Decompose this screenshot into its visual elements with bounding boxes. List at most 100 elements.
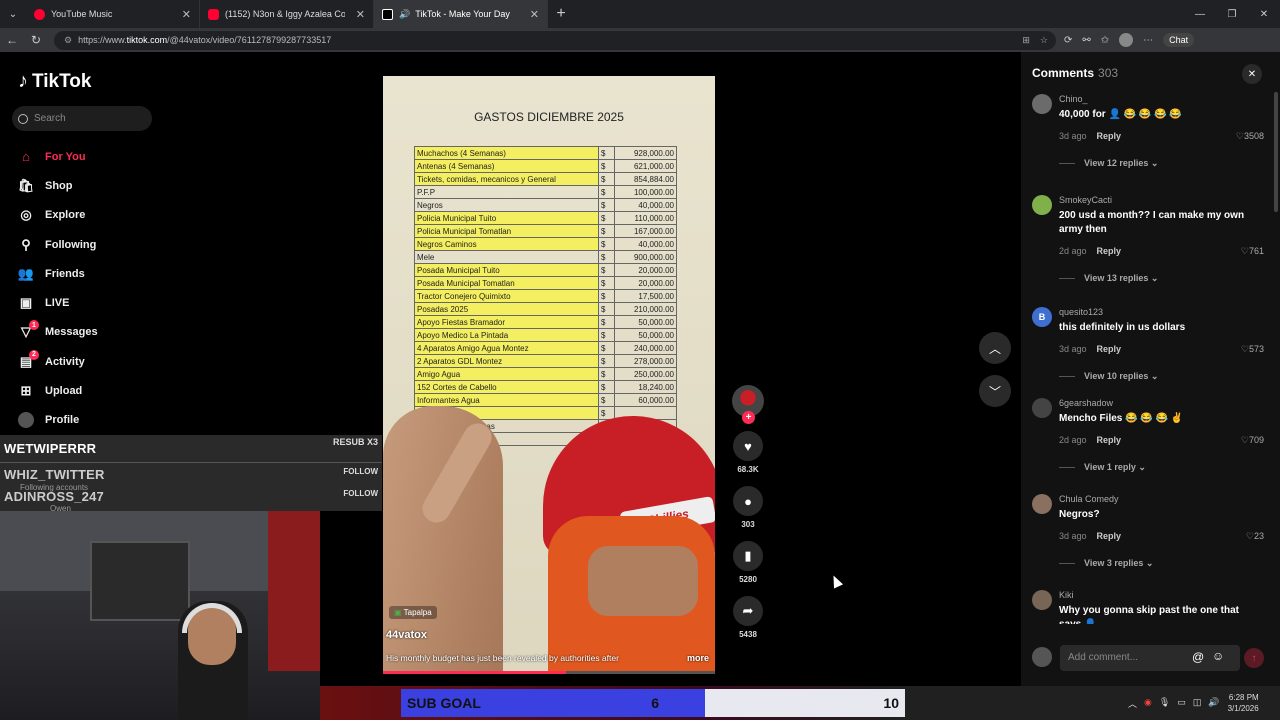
favorites-icon[interactable]: ✩ — [1101, 35, 1109, 46]
comments-scrollbar[interactable] — [1274, 92, 1278, 212]
budget-item: Policia Municipal Tuito — [414, 211, 599, 225]
reply-button[interactable]: Reply — [1097, 246, 1122, 256]
tab-youtube-video[interactable]: (1152) N3on & Iggy Azalea Cook S ✕ — [200, 0, 374, 28]
minimize-icon[interactable]: — — [1184, 0, 1216, 28]
comment-action[interactable]: ● 303 — [728, 486, 768, 529]
tab-list-dropdown-icon[interactable]: ⌄ — [0, 0, 26, 28]
commenter-avatar[interactable] — [1032, 398, 1052, 418]
reply-button[interactable]: Reply — [1097, 131, 1122, 141]
comment-username[interactable]: quesito123 — [1059, 307, 1103, 317]
sidebar-item-following[interactable]: ⚲ Following — [18, 230, 98, 259]
view-replies-button[interactable]: View 3 replies ⌄ — [1059, 558, 1153, 569]
speaker-icon[interactable]: 🔊 — [399, 9, 410, 20]
split-icon[interactable]: ⚯ — [1082, 35, 1090, 46]
follow-plus-icon[interactable]: + — [742, 411, 755, 424]
view-replies-button[interactable]: View 10 replies ⌄ — [1059, 371, 1158, 382]
commenter-avatar[interactable] — [1032, 590, 1052, 610]
sidebar-item-messages[interactable]: ▽ 1 Messages — [18, 318, 98, 347]
send-icon[interactable]: ↑ — [1244, 648, 1264, 668]
display-icon[interactable]: ▭ — [1177, 697, 1186, 710]
previous-video-button[interactable]: ︿ — [979, 332, 1011, 364]
comment-username[interactable]: 6gearshadow — [1059, 398, 1113, 408]
reply-button[interactable]: Reply — [1097, 435, 1122, 445]
creator-avatar[interactable]: + — [732, 385, 764, 424]
view-replies-button[interactable]: View 1 reply ⌄ — [1059, 462, 1146, 473]
sidebar-item-profile[interactable]: Profile — [18, 406, 98, 435]
commenter-avatar[interactable] — [1032, 94, 1052, 114]
site-info-icon[interactable]: ⚙ — [64, 35, 72, 46]
sidebar-item-label: LIVE — [45, 297, 70, 310]
emoji-icon[interactable]: ☺ — [1212, 649, 1224, 663]
comment-username[interactable]: SmokeyCacti — [1059, 195, 1112, 205]
more-button[interactable]: more — [687, 653, 709, 663]
sidebar-item-for-you[interactable]: ⌂ For You — [18, 142, 98, 171]
comment-username[interactable]: Kiki — [1059, 590, 1074, 600]
search-input[interactable]: Search — [12, 106, 152, 131]
mic-icon[interactable]: 🎙 — [1159, 697, 1170, 710]
tab-tiktok[interactable]: 🔊 TikTok - Make Your Day ✕ — [374, 0, 548, 28]
volume-icon[interactable]: 🔊 — [1208, 697, 1219, 710]
extension-icon[interactable]: ⟳ — [1064, 35, 1072, 46]
close-tab-icon[interactable]: ✕ — [530, 8, 539, 21]
comment-meta: 2d ago Reply — [1059, 435, 1121, 445]
video-player[interactable]: GASTOS DICIEMBRE 2025 Muchachos (4 Seman… — [383, 76, 715, 674]
comment-icon[interactable]: ● — [733, 486, 763, 516]
reply-button[interactable]: Reply — [1097, 344, 1122, 354]
network-icon[interactable]: ◫ — [1193, 697, 1202, 710]
video-username[interactable]: 44vatox — [386, 629, 427, 641]
sidebar-item-activity[interactable]: ▤ 2 Activity — [18, 347, 98, 376]
comment-like[interactable]: ♡709 — [1241, 435, 1264, 446]
like-action[interactable]: ♥ 68.3K — [728, 431, 768, 474]
close-tab-icon[interactable]: ✕ — [356, 8, 365, 21]
tiktok-logo[interactable]: ♪ TikTok — [18, 70, 91, 93]
close-window-icon[interactable]: ✕ — [1248, 0, 1280, 28]
restore-icon[interactable]: ❐ — [1216, 0, 1248, 28]
comment-like[interactable]: ♡23 — [1246, 531, 1264, 542]
location-tag[interactable]: ▣ Tapalpa — [389, 606, 437, 619]
comment-like[interactable]: ♡3508 — [1236, 131, 1264, 142]
bookmark-icon[interactable]: ▮ — [733, 541, 763, 571]
share-icon[interactable]: ➦ — [733, 596, 763, 626]
comment-like-count: 709 — [1248, 435, 1264, 445]
close-comments-icon[interactable]: ✕ — [1242, 64, 1262, 84]
reply-button[interactable]: Reply — [1097, 531, 1122, 541]
comment-like[interactable]: ♡573 — [1241, 344, 1264, 355]
view-replies-button[interactable]: View 12 replies ⌄ — [1059, 158, 1158, 169]
new-tab-icon[interactable]: + — [548, 0, 574, 28]
share-action[interactable]: ➦ 5438 — [728, 596, 768, 639]
view-replies-button[interactable]: View 13 replies ⌄ — [1059, 273, 1158, 284]
heart-icon[interactable]: ♥ — [733, 431, 763, 461]
sidebar-item-live[interactable]: ▣ LIVE — [18, 288, 98, 317]
shop-icon: 🛍 — [17, 177, 35, 193]
reader-icon[interactable]: ⊞ — [1022, 35, 1030, 46]
comment-username[interactable]: Chula Comedy — [1059, 494, 1119, 504]
save-action[interactable]: ▮ 5280 — [728, 541, 768, 584]
commenter-avatar[interactable] — [1032, 494, 1052, 514]
url-bar[interactable]: ⚙ https://www. tiktok.com/@44vatox/video/… — [54, 30, 1056, 50]
app-tray-icon[interactable]: ◉ — [1144, 697, 1152, 710]
comment-like[interactable]: ♡761 — [1241, 246, 1264, 257]
close-tab-icon[interactable]: ✕ — [182, 8, 191, 21]
profile-avatar-icon[interactable] — [1119, 33, 1134, 47]
commenter-avatar[interactable]: B — [1032, 307, 1052, 327]
more-menu-icon[interactable]: ⋯ — [1143, 35, 1153, 46]
mention-icon[interactable]: @ — [1192, 650, 1204, 664]
budget-amount: 928,000.00 — [614, 146, 677, 160]
sidebar-item-friends[interactable]: 👥 Friends — [18, 259, 98, 288]
clock[interactable]: 6:28 PM 3/1/2026 — [1228, 692, 1259, 714]
reload-icon[interactable]: ↻ — [24, 33, 48, 47]
copilot-chat-button[interactable]: Chat — [1163, 33, 1195, 47]
chevron-up-icon[interactable]: ︿ — [1128, 697, 1137, 710]
sidebar-item-upload[interactable]: ⊞ Upload — [18, 376, 98, 405]
next-video-button[interactable]: ﹀ — [979, 375, 1011, 407]
video-progress-bar[interactable] — [383, 671, 715, 674]
tab-youtube-music[interactable]: YouTube Music ✕ — [26, 0, 200, 28]
back-icon[interactable]: ← — [0, 33, 24, 47]
sidebar-item-explore[interactable]: ◎ Explore — [18, 201, 98, 230]
address-toolbar: ← ↻ ⚙ https://www. tiktok.com/@44vatox/vi… — [0, 28, 1280, 52]
bookmark-star-icon[interactable]: ☆ — [1040, 35, 1048, 46]
comment-username[interactable]: Chino_ — [1059, 94, 1088, 104]
budget-row: Amigo Agua $250,000.00 — [414, 367, 677, 381]
commenter-avatar[interactable] — [1032, 195, 1052, 215]
sidebar-item-shop[interactable]: 🛍 Shop — [18, 171, 98, 200]
